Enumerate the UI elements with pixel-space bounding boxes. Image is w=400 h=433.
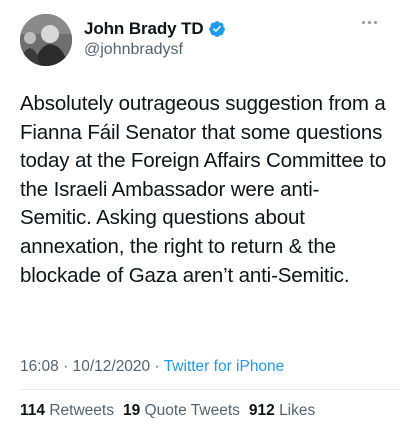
verified-badge-icon bbox=[208, 20, 226, 38]
quote-tweets-label: Quote Tweets bbox=[144, 402, 240, 419]
more-options-icon[interactable] bbox=[362, 18, 382, 26]
tweet-stats: 114 Retweets 19 Quote Tweets 912 Likes bbox=[20, 402, 315, 420]
divider bbox=[20, 389, 400, 390]
retweets-count: 114 bbox=[20, 402, 46, 419]
author-display-name[interactable]: John Brady TD bbox=[84, 19, 204, 39]
avatar[interactable] bbox=[20, 14, 72, 66]
tweet-source-link[interactable]: Twitter for iPhone bbox=[164, 358, 285, 375]
author-name-row: John Brady TD bbox=[84, 19, 226, 39]
quote-tweets-stat[interactable]: 19 Quote Tweets bbox=[123, 402, 240, 420]
likes-stat[interactable]: 912 Likes bbox=[249, 402, 315, 420]
tweet-time[interactable]: 16:08 bbox=[20, 358, 59, 375]
profile-photo-icon bbox=[20, 14, 72, 66]
likes-count: 912 bbox=[248, 402, 275, 419]
meta-separator: · bbox=[63, 358, 69, 375]
tweet-text: Absolutely outrageous suggestion from a … bbox=[20, 92, 387, 287]
retweets-stat[interactable]: 114 Retweets bbox=[20, 402, 114, 420]
retweets-label: Retweets bbox=[49, 402, 114, 419]
tweet-meta: 16:08 · 10/12/2020 · Twitter for iPhone bbox=[20, 358, 284, 376]
tweet-date[interactable]: 10/12/2020 bbox=[73, 358, 151, 375]
quote-tweets-count: 19 bbox=[122, 402, 141, 419]
meta-separator: · bbox=[154, 358, 160, 375]
tweet-card: John Brady TD @johnbradysf Absolutely ou… bbox=[0, 0, 400, 433]
likes-label: Likes bbox=[279, 402, 316, 419]
author-handle[interactable]: @johnbradysf bbox=[84, 41, 183, 59]
